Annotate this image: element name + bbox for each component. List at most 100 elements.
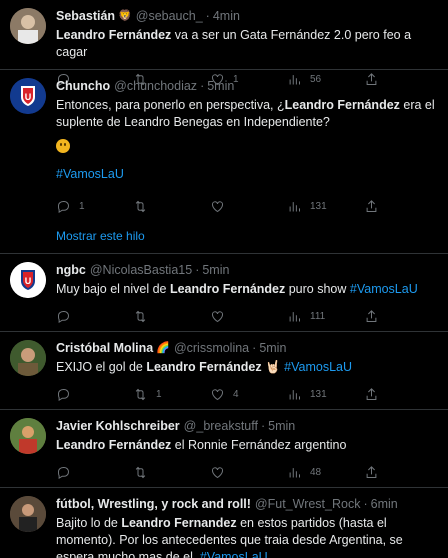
retweet-button[interactable]	[133, 465, 210, 480]
reply-button[interactable]	[56, 309, 133, 324]
handle[interactable]: @chunchodiaz	[114, 77, 197, 95]
tweet-actions: 1 4 131	[56, 379, 438, 409]
hashtag-link[interactable]: #VamosLaU	[200, 550, 268, 558]
separator-dot: ·	[200, 79, 205, 93]
timeline-feed: Sebastián 🦁 @sebauch_ · 4min Leandro Fer…	[0, 0, 448, 558]
name-emoji: 🌈	[156, 342, 170, 354]
timestamp[interactable]: 4min	[213, 7, 240, 25]
share-icon	[366, 387, 377, 400]
retweet-button[interactable]	[133, 199, 210, 214]
tweet-header: Javier Kohlschreiber @_breakstuff · 5min	[56, 417, 438, 435]
tweet-text: Entonces, para ponerlo en perspectiva, ¿…	[56, 97, 438, 131]
timestamp[interactable]: 5min	[207, 77, 234, 95]
like-button[interactable]	[210, 199, 287, 214]
tweet-actions: 48	[56, 457, 438, 487]
text-part: 🤘🏻	[261, 360, 285, 374]
share-button[interactable]	[364, 387, 379, 402]
handle[interactable]: @NicolasBastia15	[90, 261, 192, 279]
timestamp[interactable]: 5min	[259, 339, 286, 357]
tweet-text: Leandro Fernández el Ronnie Fernández ar…	[56, 437, 438, 454]
tweet[interactable]: Cristóbal Molina 🌈 @crissmolina · 5min E…	[0, 332, 448, 410]
reply-button[interactable]: 1	[56, 199, 133, 214]
timestamp[interactable]: 5min	[202, 261, 229, 279]
avatar[interactable]	[10, 418, 46, 454]
reply-button[interactable]	[56, 387, 133, 402]
view-count: 131	[310, 200, 327, 212]
retweet-button[interactable]: 1	[133, 387, 210, 402]
hashtag-link[interactable]: #VamosLaU	[350, 282, 418, 296]
tweet-header: Chuncho @chunchodiaz · 5min	[56, 77, 438, 95]
views-button[interactable]: 131	[287, 199, 364, 214]
handle[interactable]: @_breakstuff	[184, 417, 258, 435]
display-name[interactable]: ngbc	[56, 261, 86, 279]
tweet[interactable]: U ngbc @NicolasBastia15 · 5min Muy bajo …	[0, 254, 448, 332]
heart-icon	[212, 310, 223, 322]
handle[interactable]: @Fut_Wrest_Rock	[255, 495, 361, 513]
text-part: EXIJO el gol de	[56, 360, 147, 374]
tweet[interactable]: Sebastián 🦁 @sebauch_ · 4min Leandro Fer…	[0, 0, 448, 86]
share-icon	[366, 309, 377, 322]
separator-dot: ·	[195, 263, 200, 277]
views-button[interactable]: 48	[287, 465, 364, 480]
like-count: 4	[233, 388, 239, 400]
handle[interactable]: @sebauch_	[136, 7, 203, 25]
highlight-text: Leandro Fernandez	[121, 516, 237, 530]
avatar[interactable]: U	[10, 78, 46, 114]
highlight-text: Leandro Fernández	[284, 98, 400, 112]
display-name[interactable]: Sebastián	[56, 7, 115, 25]
text-part: puro show	[285, 282, 350, 296]
display-name[interactable]: fútbol, Wrestling, y rock and roll!	[56, 495, 251, 513]
view-count: 131	[310, 388, 327, 400]
like-button[interactable]: 4	[210, 387, 287, 402]
reply-icon	[57, 310, 70, 323]
retweet-icon	[135, 466, 146, 478]
highlight-text: Leandro Fernández	[56, 28, 172, 42]
timestamp[interactable]: 5min	[268, 417, 295, 435]
share-button[interactable]	[364, 199, 379, 214]
avatar[interactable]: U	[10, 262, 46, 298]
hashtag-link[interactable]: #VamosLaU	[284, 360, 352, 374]
tweet[interactable]: Javier Kohlschreiber @_breakstuff · 5min…	[0, 410, 448, 488]
display-name[interactable]: Cristóbal Molina	[56, 339, 153, 357]
heart-icon	[212, 466, 223, 478]
reply-button[interactable]	[56, 465, 133, 480]
like-button[interactable]	[210, 465, 287, 480]
tweet-text: Bajito lo de Leandro Fernandez en estos …	[56, 515, 438, 558]
avatar[interactable]	[10, 496, 46, 532]
retweet-button[interactable]	[133, 309, 210, 324]
share-icon	[366, 465, 377, 478]
tweet-header: ngbc @NicolasBastia15 · 5min	[56, 261, 438, 279]
avatar[interactable]	[10, 340, 46, 376]
views-button[interactable]: 131	[287, 387, 364, 402]
tweet[interactable]: U Chuncho @chunchodiaz · 5min Entonces, …	[0, 70, 448, 221]
tweet-text: EXIJO el gol de Leandro Fernández 🤘🏻 #Va…	[56, 359, 438, 376]
highlight-text: Leandro Fernández	[146, 360, 262, 374]
views-icon	[289, 311, 300, 321]
timestamp[interactable]: 6min	[371, 495, 398, 513]
separator-dot: ·	[252, 341, 257, 355]
show-thread-link[interactable]: Mostrar este hilo	[0, 221, 448, 254]
share-button[interactable]	[364, 309, 379, 324]
views-icon	[289, 201, 300, 211]
tweet[interactable]: fútbol, Wrestling, y rock and roll! @Fut…	[0, 488, 448, 558]
display-name[interactable]: Chuncho	[56, 77, 110, 95]
retweet-icon	[135, 310, 146, 322]
heart-icon	[212, 200, 223, 212]
svg-text:U: U	[25, 276, 32, 286]
share-button[interactable]	[364, 465, 379, 480]
tweet-text: Leandro Fernández va a ser un Gata Ferná…	[56, 27, 438, 61]
hashtag-link[interactable]: #VamosLaU	[56, 167, 124, 181]
like-button[interactable]	[210, 309, 287, 324]
highlight-text: Leandro Fernández	[169, 282, 286, 296]
views-button[interactable]: 111	[287, 309, 364, 324]
thinking-emoji	[56, 131, 438, 160]
display-name[interactable]: Javier Kohlschreiber	[56, 417, 180, 435]
tweet-header: fútbol, Wrestling, y rock and roll! @Fut…	[56, 495, 438, 513]
name-emoji: 🦁	[118, 10, 132, 22]
handle[interactable]: @crissmolina	[174, 339, 249, 357]
views-icon	[289, 389, 300, 399]
text-part: Muy bajo el nivel de	[56, 282, 170, 296]
tweet-header: Cristóbal Molina 🌈 @crissmolina · 5min	[56, 339, 438, 357]
view-count: 48	[310, 466, 322, 478]
avatar[interactable]	[10, 8, 46, 44]
